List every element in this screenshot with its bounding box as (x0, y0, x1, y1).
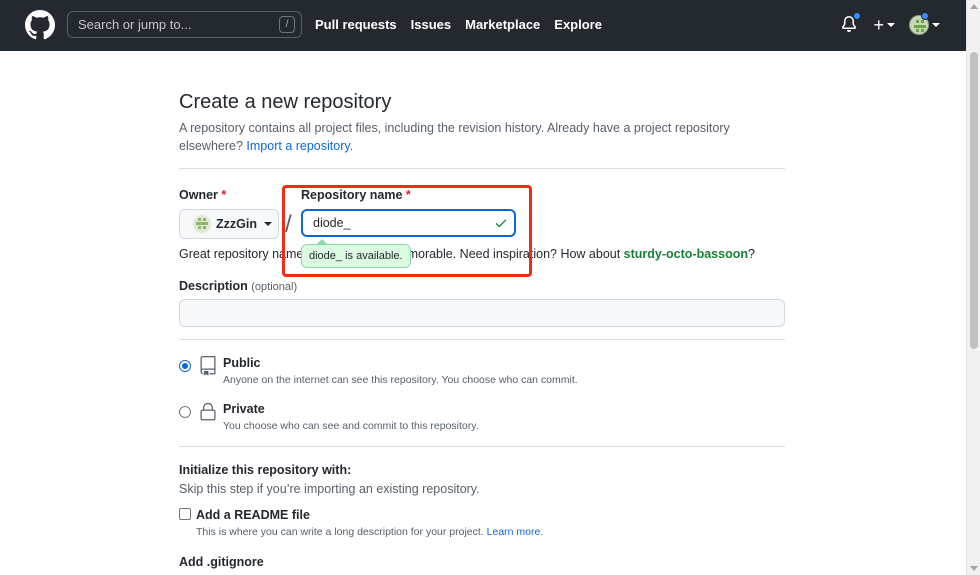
user-menu-button[interactable] (909, 12, 940, 35)
page-scrollbar[interactable] (966, 0, 980, 575)
divider (179, 446, 785, 447)
lead-period: . (349, 139, 354, 153)
scroll-down-arrow-icon[interactable] (970, 566, 978, 571)
plus-icon: + (873, 14, 884, 35)
repo-icon (200, 356, 216, 376)
identicon-icon (196, 218, 208, 229)
global-nav: Pull requests Issues Marketplace Explore (315, 17, 602, 32)
hint-suffix: ? (747, 247, 755, 261)
readme-desc-text: This is where you can write a long descr… (196, 526, 484, 538)
owner-label: Owner * (179, 188, 226, 202)
initialize-title: Initialize this repository with: (179, 463, 352, 477)
learn-more-link[interactable]: Learn more. (487, 526, 544, 538)
visibility-public-option[interactable]: Public Anyone on the internet can see th… (179, 356, 578, 386)
scroll-up-arrow-icon[interactable] (970, 4, 978, 9)
import-repository-link[interactable]: Import a repository (246, 139, 349, 153)
scrollbar-thumb[interactable] (970, 52, 978, 349)
add-readme-checkbox[interactable] (179, 508, 191, 520)
add-readme-desc: This is where you can write a long descr… (196, 526, 543, 538)
owner-label-text: Owner (179, 188, 218, 202)
global-header: Search or jump to... / Pull requests Iss… (0, 0, 966, 51)
initialize-subtitle: Skip this step if you’re importing an ex… (179, 482, 480, 496)
public-title: Public (223, 356, 261, 370)
header-actions: + (841, 12, 940, 38)
public-radio[interactable] (179, 360, 191, 372)
description-label-text: Description (179, 279, 248, 293)
nav-pull-requests[interactable]: Pull requests (315, 17, 397, 32)
nav-issues[interactable]: Issues (411, 17, 451, 32)
chevron-down-icon (932, 23, 940, 27)
search-input[interactable]: Search or jump to... / (67, 11, 302, 38)
divider (179, 339, 785, 340)
notification-dot (853, 12, 862, 20)
add-gitignore-label: Add .gitignore (179, 555, 264, 569)
description-label: Description (optional) (179, 279, 297, 293)
page-title: Create a new repository (179, 91, 392, 113)
owner-avatar (193, 215, 211, 233)
description-input[interactable] (179, 299, 785, 327)
page-lead: A repository contains all project files,… (179, 119, 785, 155)
public-desc: Anyone on the internet can see this repo… (223, 374, 578, 386)
private-title: Private (223, 402, 265, 416)
create-new-button[interactable]: + (873, 15, 895, 36)
optional-tag: (optional) (251, 281, 298, 293)
suggested-name-link[interactable]: sturdy-octo-bassoon (624, 247, 748, 261)
owner-select[interactable]: ZzzGin (179, 209, 279, 239)
private-radio[interactable] (179, 406, 191, 418)
nav-marketplace[interactable]: Marketplace (465, 17, 540, 32)
add-readme-label[interactable]: Add a README file (196, 508, 310, 522)
chevron-down-icon (263, 222, 272, 226)
chevron-down-icon (887, 23, 895, 27)
required-mark: * (221, 188, 227, 202)
private-option-text: Private You choose who can see and commi… (223, 402, 479, 432)
nav-explore[interactable]: Explore (554, 17, 602, 32)
visibility-private-option[interactable]: Private You choose who can see and commi… (179, 402, 479, 432)
divider (179, 168, 785, 169)
annotation-highlight-box (282, 185, 532, 277)
github-logo-icon[interactable] (25, 10, 55, 40)
search-shortcut-key: / (279, 16, 295, 33)
private-desc: You choose who can see and commit to thi… (223, 420, 479, 432)
search-placeholder: Search or jump to... (78, 17, 192, 32)
status-dot (921, 12, 929, 20)
lock-icon (200, 402, 216, 421)
notifications-button[interactable] (841, 12, 862, 35)
public-option-text: Public Anyone on the internet can see th… (223, 356, 578, 386)
owner-name: ZzzGin (216, 217, 257, 231)
